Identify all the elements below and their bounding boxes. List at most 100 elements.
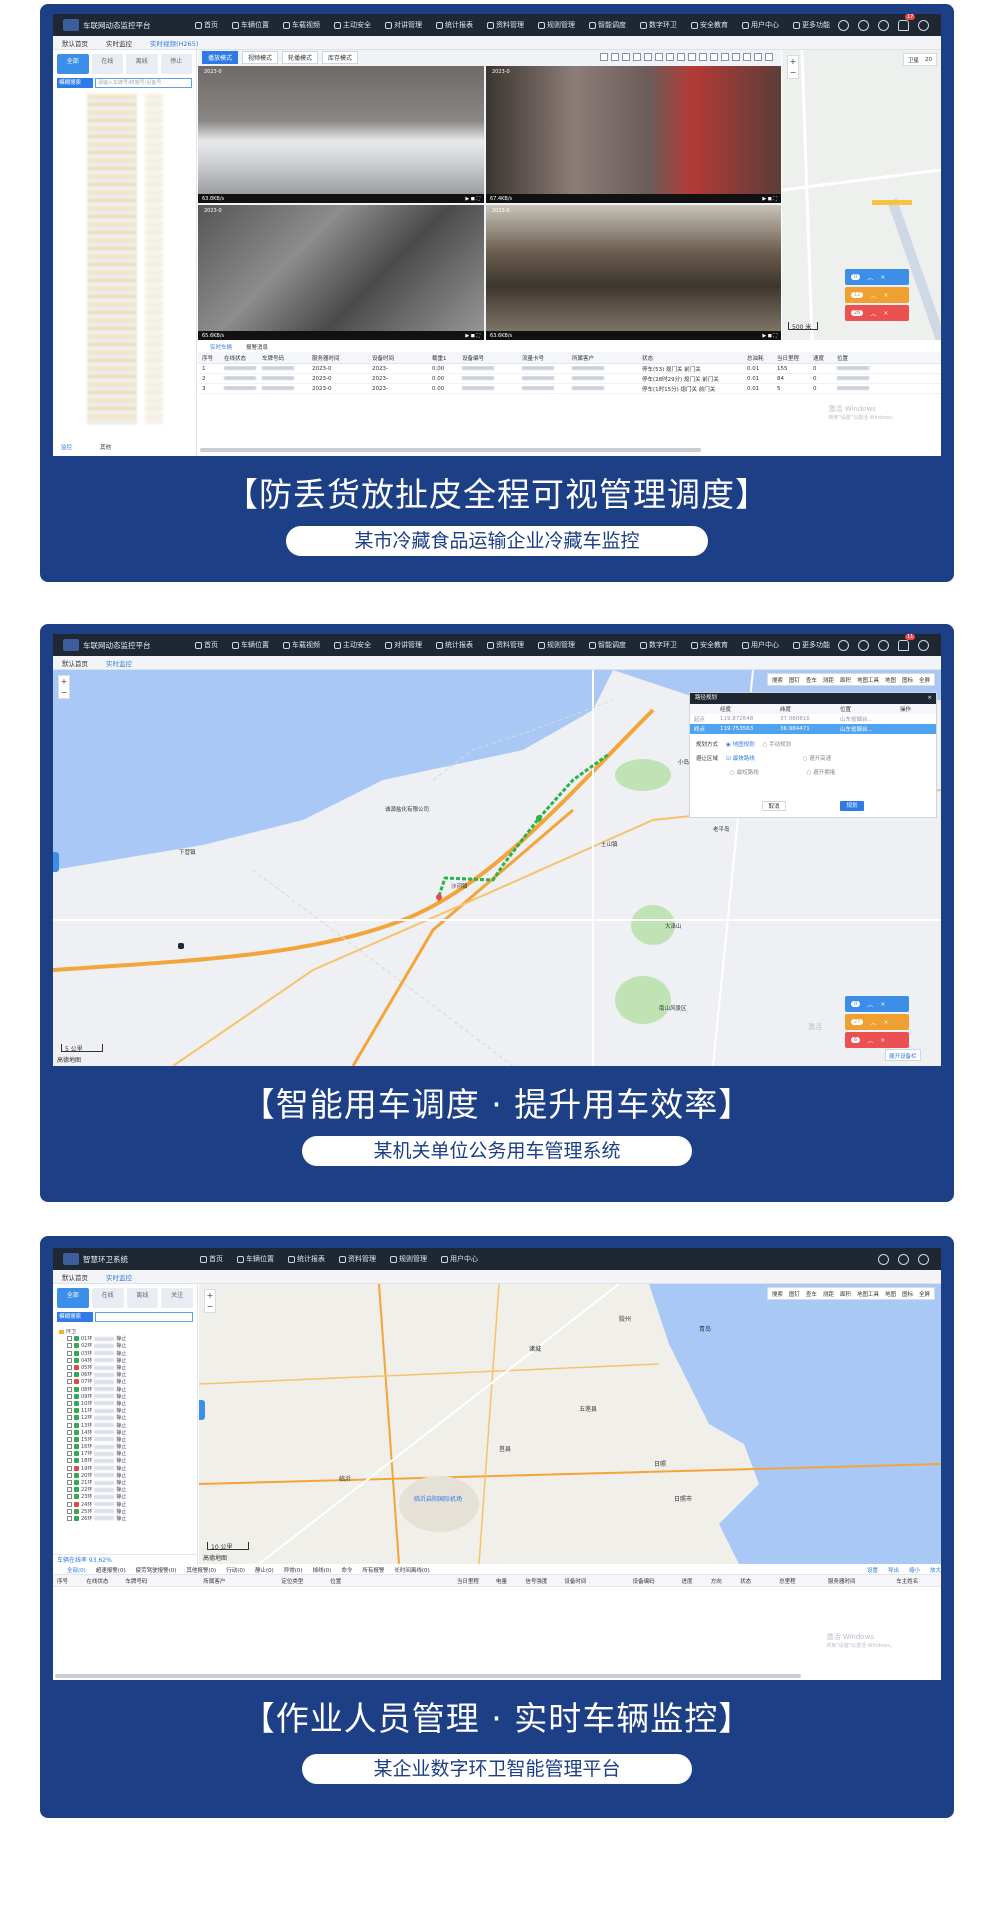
tab-monitor[interactable]: 实时监控 [97,1272,141,1282]
help-icon[interactable] [898,1253,909,1265]
alarm-fab-red[interactable]: 26 ︿ × [845,305,909,321]
tree-root[interactable]: 环卫 [53,1328,197,1335]
layout-grid-icon[interactable] [765,53,773,61]
menu-item-6[interactable]: 资料管理 [480,640,531,650]
layout-grid-icon[interactable] [666,53,674,61]
menu-item-5[interactable]: 用户中心 [434,1254,485,1264]
column-header[interactable]: 载重1 [428,354,458,362]
layout-grid-icon[interactable] [622,53,630,61]
checkbox-icon[interactable] [67,1408,72,1414]
help-icon[interactable] [878,639,889,651]
tab-monitor[interactable]: 实时监控 [97,658,141,668]
tree-item[interactable]: 26环 静止 [53,1515,197,1522]
tree-item[interactable]: 21环 静止 [53,1479,197,1486]
filter-stopped[interactable]: 停止 [160,54,192,74]
search-mode-select[interactable]: 模糊搜索 [57,1312,93,1322]
checkbox-icon[interactable] [67,1494,72,1500]
checkbox-icon[interactable] [67,1465,72,1471]
close-icon[interactable]: × [880,274,885,281]
checkbox-icon[interactable] [67,1357,72,1363]
tab-other-list[interactable]: 其他 [100,443,111,451]
close-icon[interactable]: × [883,310,888,317]
map-tool-1[interactable]: 图钉 [789,676,800,684]
column-header[interactable]: 当日里程 [453,1577,492,1585]
chevron-up-icon[interactable]: ︿ [867,1000,873,1009]
close-icon[interactable]: × [927,693,932,704]
checkbox-icon[interactable] [67,1444,72,1450]
alarm-action-0[interactable]: 设置 [867,1566,878,1574]
checkbox-icon[interactable] [67,1515,72,1521]
side-collapse-handle[interactable] [199,1400,205,1420]
map-tool-4[interactable]: 面积 [840,1290,851,1298]
zoom-control[interactable]: + − [204,1289,216,1313]
layout-grid-icon[interactable] [611,53,619,61]
close-icon[interactable]: × [880,1001,885,1008]
menu-item-2[interactable]: 车载视频 [276,640,327,650]
tab-alarm-messages[interactable]: 报警消息 [246,343,268,351]
column-header[interactable]: 方向 [707,1577,736,1585]
tree-item[interactable]: 15环 静止 [53,1436,197,1443]
checkbox-icon[interactable] [67,1365,72,1371]
region-map[interactable]: 临沂启阳国际机场 临沂 日照 青岛 莒县 五莲县 诸城 胶州 日照市 + − 搜索… [199,1284,941,1564]
menu-item-3[interactable]: 主动安全 [327,640,378,650]
video-cell-3[interactable]: 2023-0 65.6KB/s ▶ ◼ ⛶ [198,205,484,340]
logout-icon[interactable] [918,19,929,31]
search-icon[interactable] [878,1253,889,1265]
menu-item-4[interactable]: 对讲管理 [378,20,429,30]
expand-device-button[interactable]: 展开设备栏 [885,1049,921,1061]
alarm-tab-5[interactable]: 静止(0) [255,1566,274,1574]
menu-item-6[interactable]: 资料管理 [480,20,531,30]
column-header[interactable]: 设备编号 [458,354,518,362]
checkbox-icon[interactable] [67,1386,72,1392]
menu-item-10[interactable]: 安全教育 [684,640,735,650]
column-header[interactable]: 所属客户 [568,354,638,362]
menu-item-4[interactable]: 规则管理 [383,1254,434,1264]
checkbox-icon[interactable] [67,1400,72,1406]
satellite-map[interactable]: + − 卫星 20 0 ︿ × 12 ︿ × 26 ︿ × 500 米 [782,50,941,340]
column-header[interactable]: 序号 [53,1577,82,1585]
column-header[interactable]: 车牌号码 [258,354,308,362]
column-header[interactable]: 服务器时间 [308,354,368,362]
menu-item-2[interactable]: 统计报表 [281,1254,332,1264]
tab-realtime-vehicles[interactable]: 实时车辆 [210,343,232,351]
menu-item-3[interactable]: 资料管理 [332,1254,383,1264]
alarm-fab-red[interactable]: 6 ︿ × [845,1032,909,1048]
tab-video[interactable]: 实时视频(H265) [141,38,207,48]
menu-item-3[interactable]: 主动安全 [327,20,378,30]
checkbox-fastest[interactable]: ☑ 最快路线 [726,754,755,762]
menu-item-1[interactable]: 车辆位置 [230,1254,281,1264]
menu-item-8[interactable]: 智能调度 [582,20,633,30]
tree-item[interactable]: 01环 静止 [53,1335,197,1342]
tree-item[interactable]: 25环 静止 [53,1508,197,1515]
alarm-tab-3[interactable]: 其他报警(0) [186,1566,216,1574]
column-header[interactable]: 服务器时间 [824,1577,892,1585]
layout-grid-icon[interactable] [677,53,685,61]
tree-item[interactable]: 03环 静止 [53,1350,197,1357]
checkbox-icon[interactable] [67,1501,72,1507]
menu-item-12[interactable]: 更多功能 [786,640,837,650]
zoom-control[interactable]: + − [58,675,70,699]
vehicle-marker[interactable] [178,943,184,949]
column-header[interactable]: 位置 [833,354,913,362]
bell-icon[interactable]: 11 [898,634,916,651]
column-header[interactable]: 状态 [736,1577,775,1585]
layout-grid-icon[interactable] [721,53,729,61]
alarm-tab-8[interactable]: 命令 [341,1566,352,1574]
filter-offline[interactable]: 离线 [126,54,158,74]
filter-offline[interactable]: 离线 [126,1288,159,1308]
bell-icon[interactable]: 17 [898,14,916,31]
video-controls-icon[interactable]: ▶ ◼ ⛶ [762,333,777,339]
map-tool-1[interactable]: 图钉 [789,1290,800,1298]
close-icon[interactable]: × [883,292,888,299]
help-icon[interactable] [878,19,889,31]
checkbox-avoid-highway[interactable]: ○ 避开高速 [803,754,832,762]
column-header[interactable]: 流量卡号 [518,354,568,362]
layout-grid-icon[interactable] [710,53,718,61]
alarm-tab-4[interactable]: 行动(0) [226,1566,245,1574]
search-icon[interactable] [838,19,849,31]
cancel-button[interactable]: 取消 [762,801,786,811]
chevron-up-icon[interactable]: ︿ [867,273,873,282]
column-header[interactable]: 设备时间 [368,354,428,362]
column-header[interactable]: 当日里程 [773,354,809,362]
map-tool-7[interactable]: 图标 [902,1290,913,1298]
